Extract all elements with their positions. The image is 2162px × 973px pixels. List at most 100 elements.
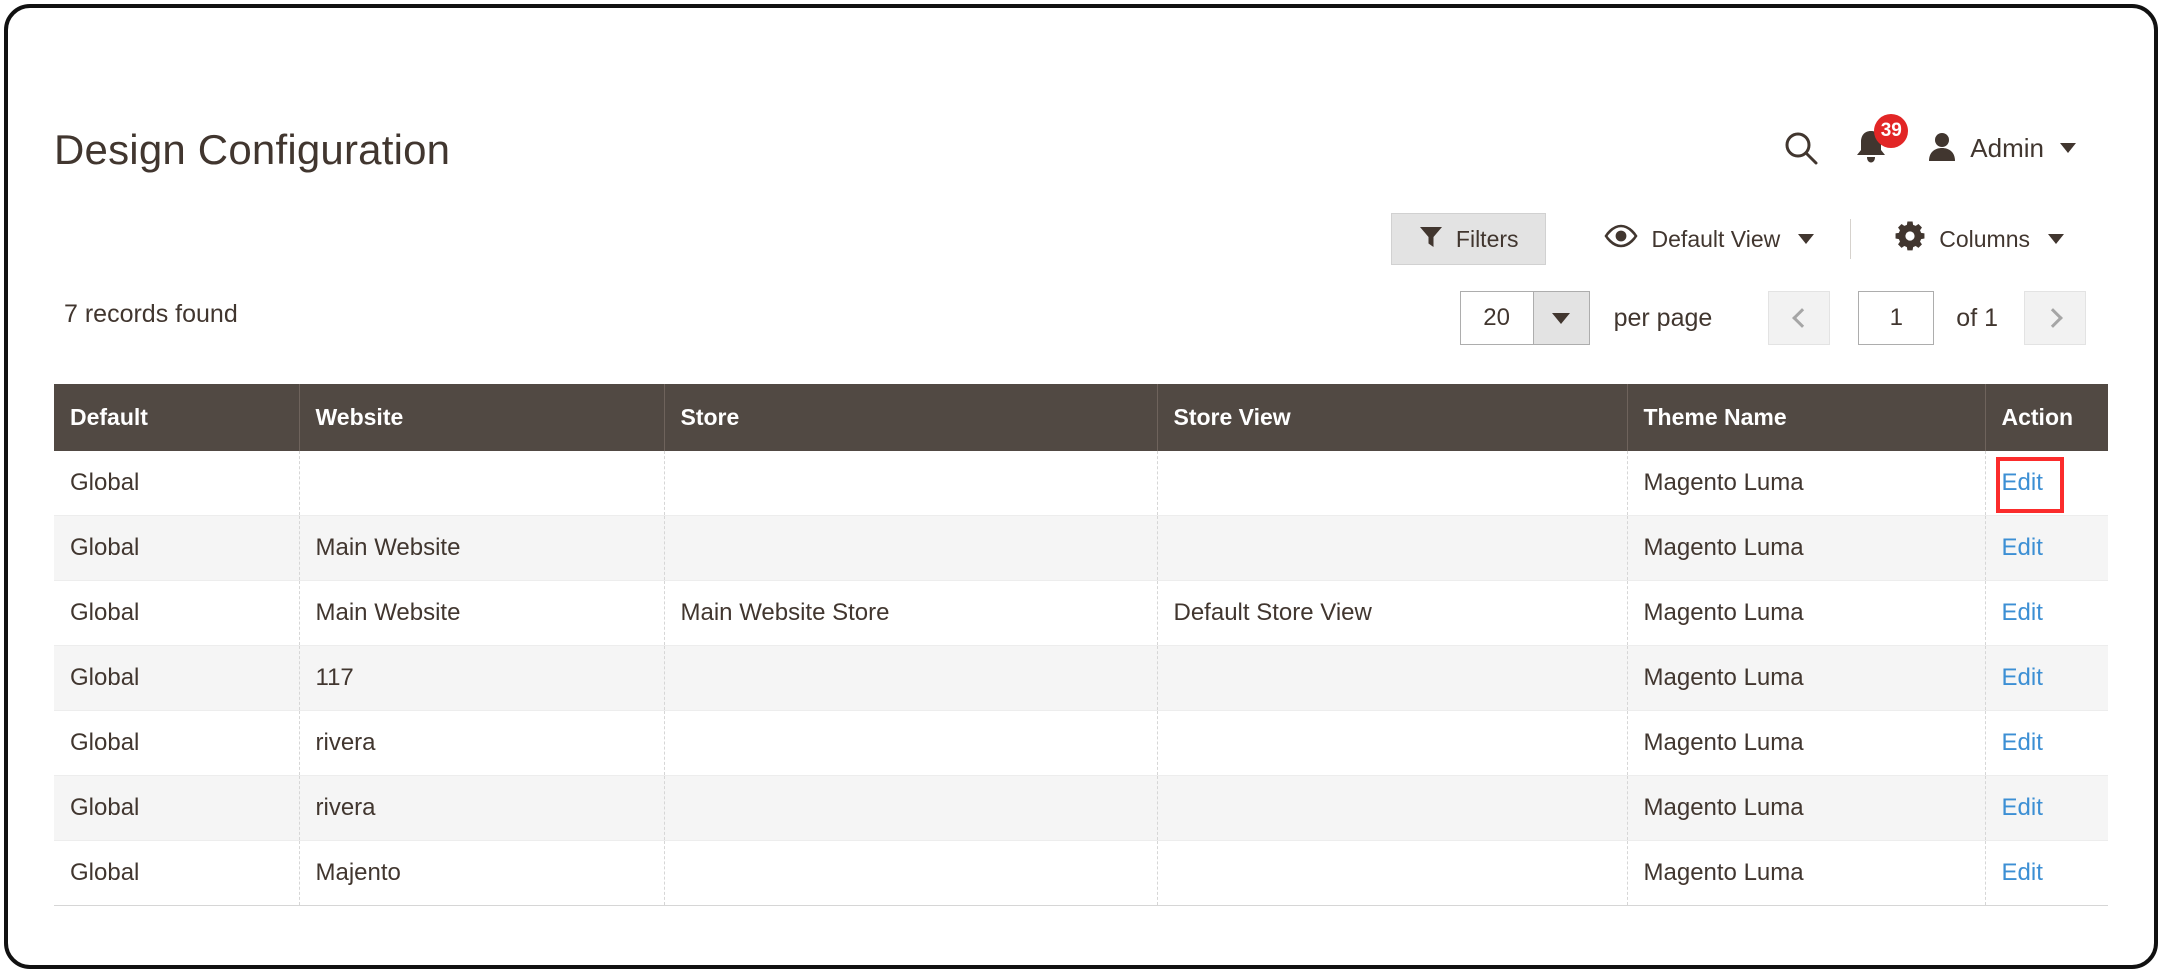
edit-link[interactable]: Edit (2002, 599, 2043, 626)
cell-default: Global (54, 775, 300, 841)
page-header: Design Configuration 39 Admin (8, 8, 2154, 218)
cell-action: Edit (1985, 515, 2108, 581)
column-header-store-view[interactable]: Store View (1157, 384, 1628, 451)
cell-action: Edit (1985, 580, 2108, 646)
cell-store-view (1157, 710, 1628, 776)
cell-default: Global (54, 710, 300, 776)
chevron-left-icon (1791, 308, 1812, 328)
chevron-down-icon[interactable] (1532, 292, 1589, 344)
table-row: Global Majento Magento Luma Edit (54, 840, 2108, 906)
cell-default: Global (54, 451, 300, 516)
columns-control[interactable]: Columns (1873, 213, 2086, 265)
toolbar-divider (1850, 219, 1852, 259)
previous-page-button[interactable] (1768, 291, 1831, 345)
table-row: Global Main Website Magento Luma Edit (54, 515, 2108, 581)
cell-action: Edit (1985, 775, 2108, 841)
cell-store (664, 775, 1158, 841)
edit-link[interactable]: Edit (2002, 664, 2043, 691)
cell-action: Edit (1985, 710, 2108, 776)
chevron-down-icon (2048, 234, 2064, 244)
per-page-select[interactable]: 20 (1459, 291, 1590, 345)
column-header-default[interactable]: Default (54, 384, 300, 451)
cell-store-view: Default Store View (1157, 580, 1628, 646)
view-bookmarks-control[interactable]: Default View (1582, 213, 1837, 265)
app-window: Design Configuration 39 Admin Filters De… (4, 4, 2158, 969)
filters-button[interactable]: Filters (1390, 213, 1546, 265)
cell-store: Main Website Store (664, 580, 1158, 646)
current-page-input[interactable]: 1 (1858, 291, 1935, 345)
table-row: Global 117 Magento Luma Edit (54, 645, 2108, 711)
table-row: Global Magento Luma Edit (54, 451, 2108, 516)
cell-website: rivera (299, 775, 665, 841)
cell-default: Global (54, 580, 300, 646)
edit-link[interactable]: Edit (2002, 794, 2043, 821)
cell-default: Global (54, 840, 300, 906)
cell-default: Global (54, 645, 300, 711)
chevron-down-icon (2060, 143, 2076, 153)
cell-website: 117 (299, 645, 665, 711)
edit-link[interactable]: Edit (2002, 534, 2043, 561)
cell-website: Main Website (299, 515, 665, 581)
notifications-button[interactable]: 39 (1832, 113, 1910, 170)
bell-icon: 39 (1854, 113, 1909, 169)
notification-count-badge: 39 (1874, 113, 1909, 148)
grid-body: Global Magento Luma Edit Global Main Website… (54, 451, 2108, 906)
pagination: 20 per page 1 of 1 (1459, 291, 2086, 345)
filters-label: Filters (1455, 225, 1519, 252)
column-header-theme-name[interactable]: Theme Name (1627, 384, 1986, 451)
table-row: Global Main Website Main Website Store Defa… (54, 580, 2108, 646)
cell-store-view (1157, 840, 1628, 906)
cell-store-view (1157, 645, 1628, 711)
total-pages-label: of 1 (1956, 303, 1998, 332)
view-label: Default View (1651, 225, 1781, 252)
funnel-icon (1418, 223, 1444, 255)
cell-store (664, 645, 1158, 711)
page-title: Design Configuration (54, 126, 451, 173)
cell-theme-name: Magento Luma (1627, 840, 1986, 906)
grid-header: Default Website Store Store View Theme N… (54, 384, 2108, 451)
grid-header-row: Default Website Store Store View Theme N… (54, 384, 2108, 451)
cell-store (664, 515, 1158, 581)
cell-website: rivera (299, 710, 665, 776)
table-row: Global rivera Magento Luma Edit (54, 710, 2108, 776)
column-header-store[interactable]: Store (664, 384, 1158, 451)
header-tools: 39 Admin (1770, 113, 2076, 170)
next-page-button[interactable] (2024, 291, 2086, 345)
column-header-action: Action (1985, 384, 2108, 451)
cell-theme-name: Magento Luma (1627, 515, 1986, 581)
cell-store (664, 840, 1158, 906)
design-configuration-grid: Default Website Store Store View Theme N… (54, 384, 2108, 906)
cell-website (299, 451, 665, 516)
edit-link[interactable]: Edit (2002, 469, 2043, 496)
chevron-right-icon (2042, 308, 2063, 328)
cell-theme-name: Magento Luma (1627, 451, 1986, 516)
cell-theme-name: Magento Luma (1627, 775, 1986, 841)
cell-action: Edit (1985, 451, 2108, 516)
cell-store-view (1157, 451, 1628, 516)
column-header-website[interactable]: Website (299, 384, 665, 451)
eye-icon (1604, 224, 1638, 254)
table-row: Global rivera Magento Luma Edit (54, 775, 2108, 841)
cell-store-view (1157, 775, 1628, 841)
cell-store (664, 451, 1158, 516)
cell-theme-name: Magento Luma (1627, 580, 1986, 646)
cell-theme-name: Magento Luma (1627, 645, 1986, 711)
cell-default: Global (54, 515, 300, 581)
cell-action: Edit (1985, 840, 2108, 906)
columns-label: Columns (1939, 225, 2030, 252)
edit-link[interactable]: Edit (2002, 729, 2043, 756)
edit-link[interactable]: Edit (2002, 859, 2043, 886)
per-page-label: per page (1613, 303, 1713, 332)
cell-theme-name: Magento Luma (1627, 710, 1986, 776)
per-page-value: 20 (1460, 292, 1533, 344)
admin-label: Admin (1970, 132, 2044, 163)
admin-account-menu[interactable]: Admin (1926, 130, 2076, 167)
user-avatar-icon (1926, 130, 1958, 167)
grid-toolbar: Filters Default View Columns (1390, 213, 2086, 265)
cell-action: Edit (1985, 645, 2108, 711)
cell-website: Majento (299, 840, 665, 906)
chevron-down-icon (1798, 234, 1815, 244)
records-found-label: 7 records found (64, 300, 238, 328)
search-icon[interactable] (1770, 126, 1832, 170)
cell-store-view (1157, 515, 1628, 581)
